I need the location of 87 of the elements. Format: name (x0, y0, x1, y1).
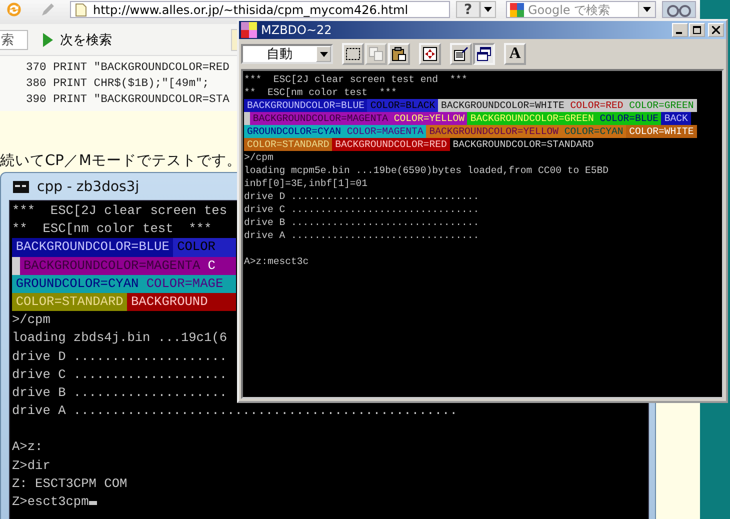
colored-text: BACKGROUNDCOLOR=YELLOW (426, 125, 562, 138)
minimize-button[interactable] (672, 23, 688, 37)
console-icon (13, 180, 29, 192)
colored-text: COLOR=CYAN (561, 125, 626, 138)
console-line: Z: ESCT3CPM COM (12, 474, 128, 493)
console-line: drive B .................... (12, 384, 228, 402)
colored-text: COLOR=MAGE (142, 274, 236, 293)
console-line: drive B ................................ (244, 216, 480, 229)
colored-text: C (204, 256, 236, 275)
console-line: ** ESC[nm color test *** (244, 86, 398, 99)
code-line: 370 PRINT "BACKGROUNDCOLOR=RED (26, 60, 230, 76)
code-line: 390 PRINT "BACKGROUNDCOLOR=STA (26, 92, 230, 108)
font-button[interactable]: A (504, 43, 526, 65)
clipboard-icon (391, 46, 407, 62)
fullscreen-button[interactable] (419, 43, 441, 65)
colored-text: COLOR=GREEN (626, 99, 697, 112)
colored-text: COLOR=YELLOW (390, 112, 468, 125)
dropdown-button[interactable] (480, 1, 496, 18)
colored-text: BACKGROUNDCOLOR=BLUE (244, 99, 368, 112)
colored-text: COLOR=MAGENTA (344, 125, 426, 138)
colored-text: BACKGROUNDCOLOR=MAGENTA (20, 256, 204, 275)
play-icon (42, 32, 54, 48)
glasses-icon (667, 2, 691, 16)
console-line: A>z:mesct3c (244, 255, 310, 268)
dropdown-button[interactable] (638, 2, 655, 17)
close-button[interactable] (708, 23, 724, 37)
url-text: http://www.alles.or.jp/~thisida/cpm_mycom426.html (93, 2, 408, 16)
colored-text: COLOR=STANDARD (244, 138, 332, 151)
selection-icon (345, 46, 361, 62)
code-line: 380 PRINT CHR$($1B);"[49m"; (26, 76, 210, 92)
caret-icon (484, 7, 492, 12)
colored-text: COLOR=WHITE (626, 125, 697, 138)
page-icon (75, 2, 87, 16)
copy-icon (368, 46, 384, 62)
find-field[interactable]: 索 (0, 30, 28, 50)
paste-button[interactable] (388, 43, 410, 65)
properties-button[interactable] (450, 43, 472, 65)
console-line: *** ESC[2J clear screen test end *** (244, 73, 468, 86)
console-line: drive C .................... (12, 366, 228, 384)
console-line: loading zbds4j.bin ...19c1(6 (12, 329, 228, 348)
console-line: inbf[0]=3E,inbf[1]=01 (244, 177, 368, 190)
find-next-button[interactable]: 次を検索 (38, 30, 116, 48)
colored-text: COLOR=BLUE (596, 112, 662, 125)
console-line: drive A .................................................. (12, 402, 458, 420)
console-line: drive A ................................ (244, 229, 480, 242)
colored-text: COLOR=STANDARD (12, 292, 128, 312)
app-icon (241, 22, 257, 38)
search-field[interactable]: Google で検索 (506, 1, 656, 18)
console-line: >/cpm (244, 151, 274, 164)
console-line: >/cpm (12, 311, 50, 330)
colored-text: COLOR (173, 238, 236, 257)
select-button[interactable] (342, 43, 364, 65)
colored-text: BACK (661, 112, 691, 125)
console-line: *** ESC[2J clear screen tes (12, 202, 228, 220)
mode-dropdown[interactable]: 自動 (241, 44, 333, 64)
console-line: Z>dir (12, 456, 50, 475)
google-icon (510, 2, 524, 16)
help-button[interactable]: ? (456, 1, 480, 18)
colored-text: GROUNDCOLOR=CYAN (12, 274, 143, 293)
colored-text: COLOR=BLACK (367, 99, 438, 112)
arrows-icon (422, 46, 438, 62)
console-line: drive D ................................ (244, 190, 480, 203)
console-line: loading mcpm5e.bin ...19be(6590)bytes loaded,from CC00 to E5BD (244, 164, 610, 177)
paragraph: 続いてCP／Mモードでテストです。 (0, 152, 242, 170)
colored-text: BACKGROUND (127, 292, 236, 312)
maximize-icon (693, 26, 701, 34)
colored-text: BACKGROUNDCOLOR=RED (332, 138, 450, 151)
caret-icon (643, 7, 651, 12)
maximize-button[interactable] (689, 23, 705, 37)
window-title: cpp - zb3dos3j (37, 178, 140, 194)
window-title: MZBDO~22 (261, 23, 332, 37)
console-line: Z>esct3cpm (12, 493, 97, 512)
console-line: drive D .................... (12, 348, 228, 366)
colored-text: BACKGROUNDCOLOR=MAGENTA (250, 112, 391, 125)
colored-text: COLOR=RED (567, 99, 626, 112)
glasses-button[interactable] (662, 1, 696, 18)
url-field[interactable]: http://www.alles.or.jp/~thisida/cpm_mycom426.html (70, 1, 450, 18)
properties-icon (453, 46, 469, 62)
console-line: ** ESC[nm color test *** (12, 220, 212, 238)
colored-text: BACKGROUNDCOLOR=WHITE (438, 99, 568, 112)
console-line: drive C ................................ (244, 203, 480, 216)
close-icon (712, 26, 720, 34)
colored-text: GROUNDCOLOR=CYAN (244, 125, 344, 138)
windows-icon (476, 46, 492, 62)
colored-text: BACKGROUNDCOLOR=BLUE (12, 238, 174, 257)
colored-text: BACKGROUNDCOLOR=GREEN (467, 112, 597, 125)
console-line: A>z: (12, 438, 43, 456)
